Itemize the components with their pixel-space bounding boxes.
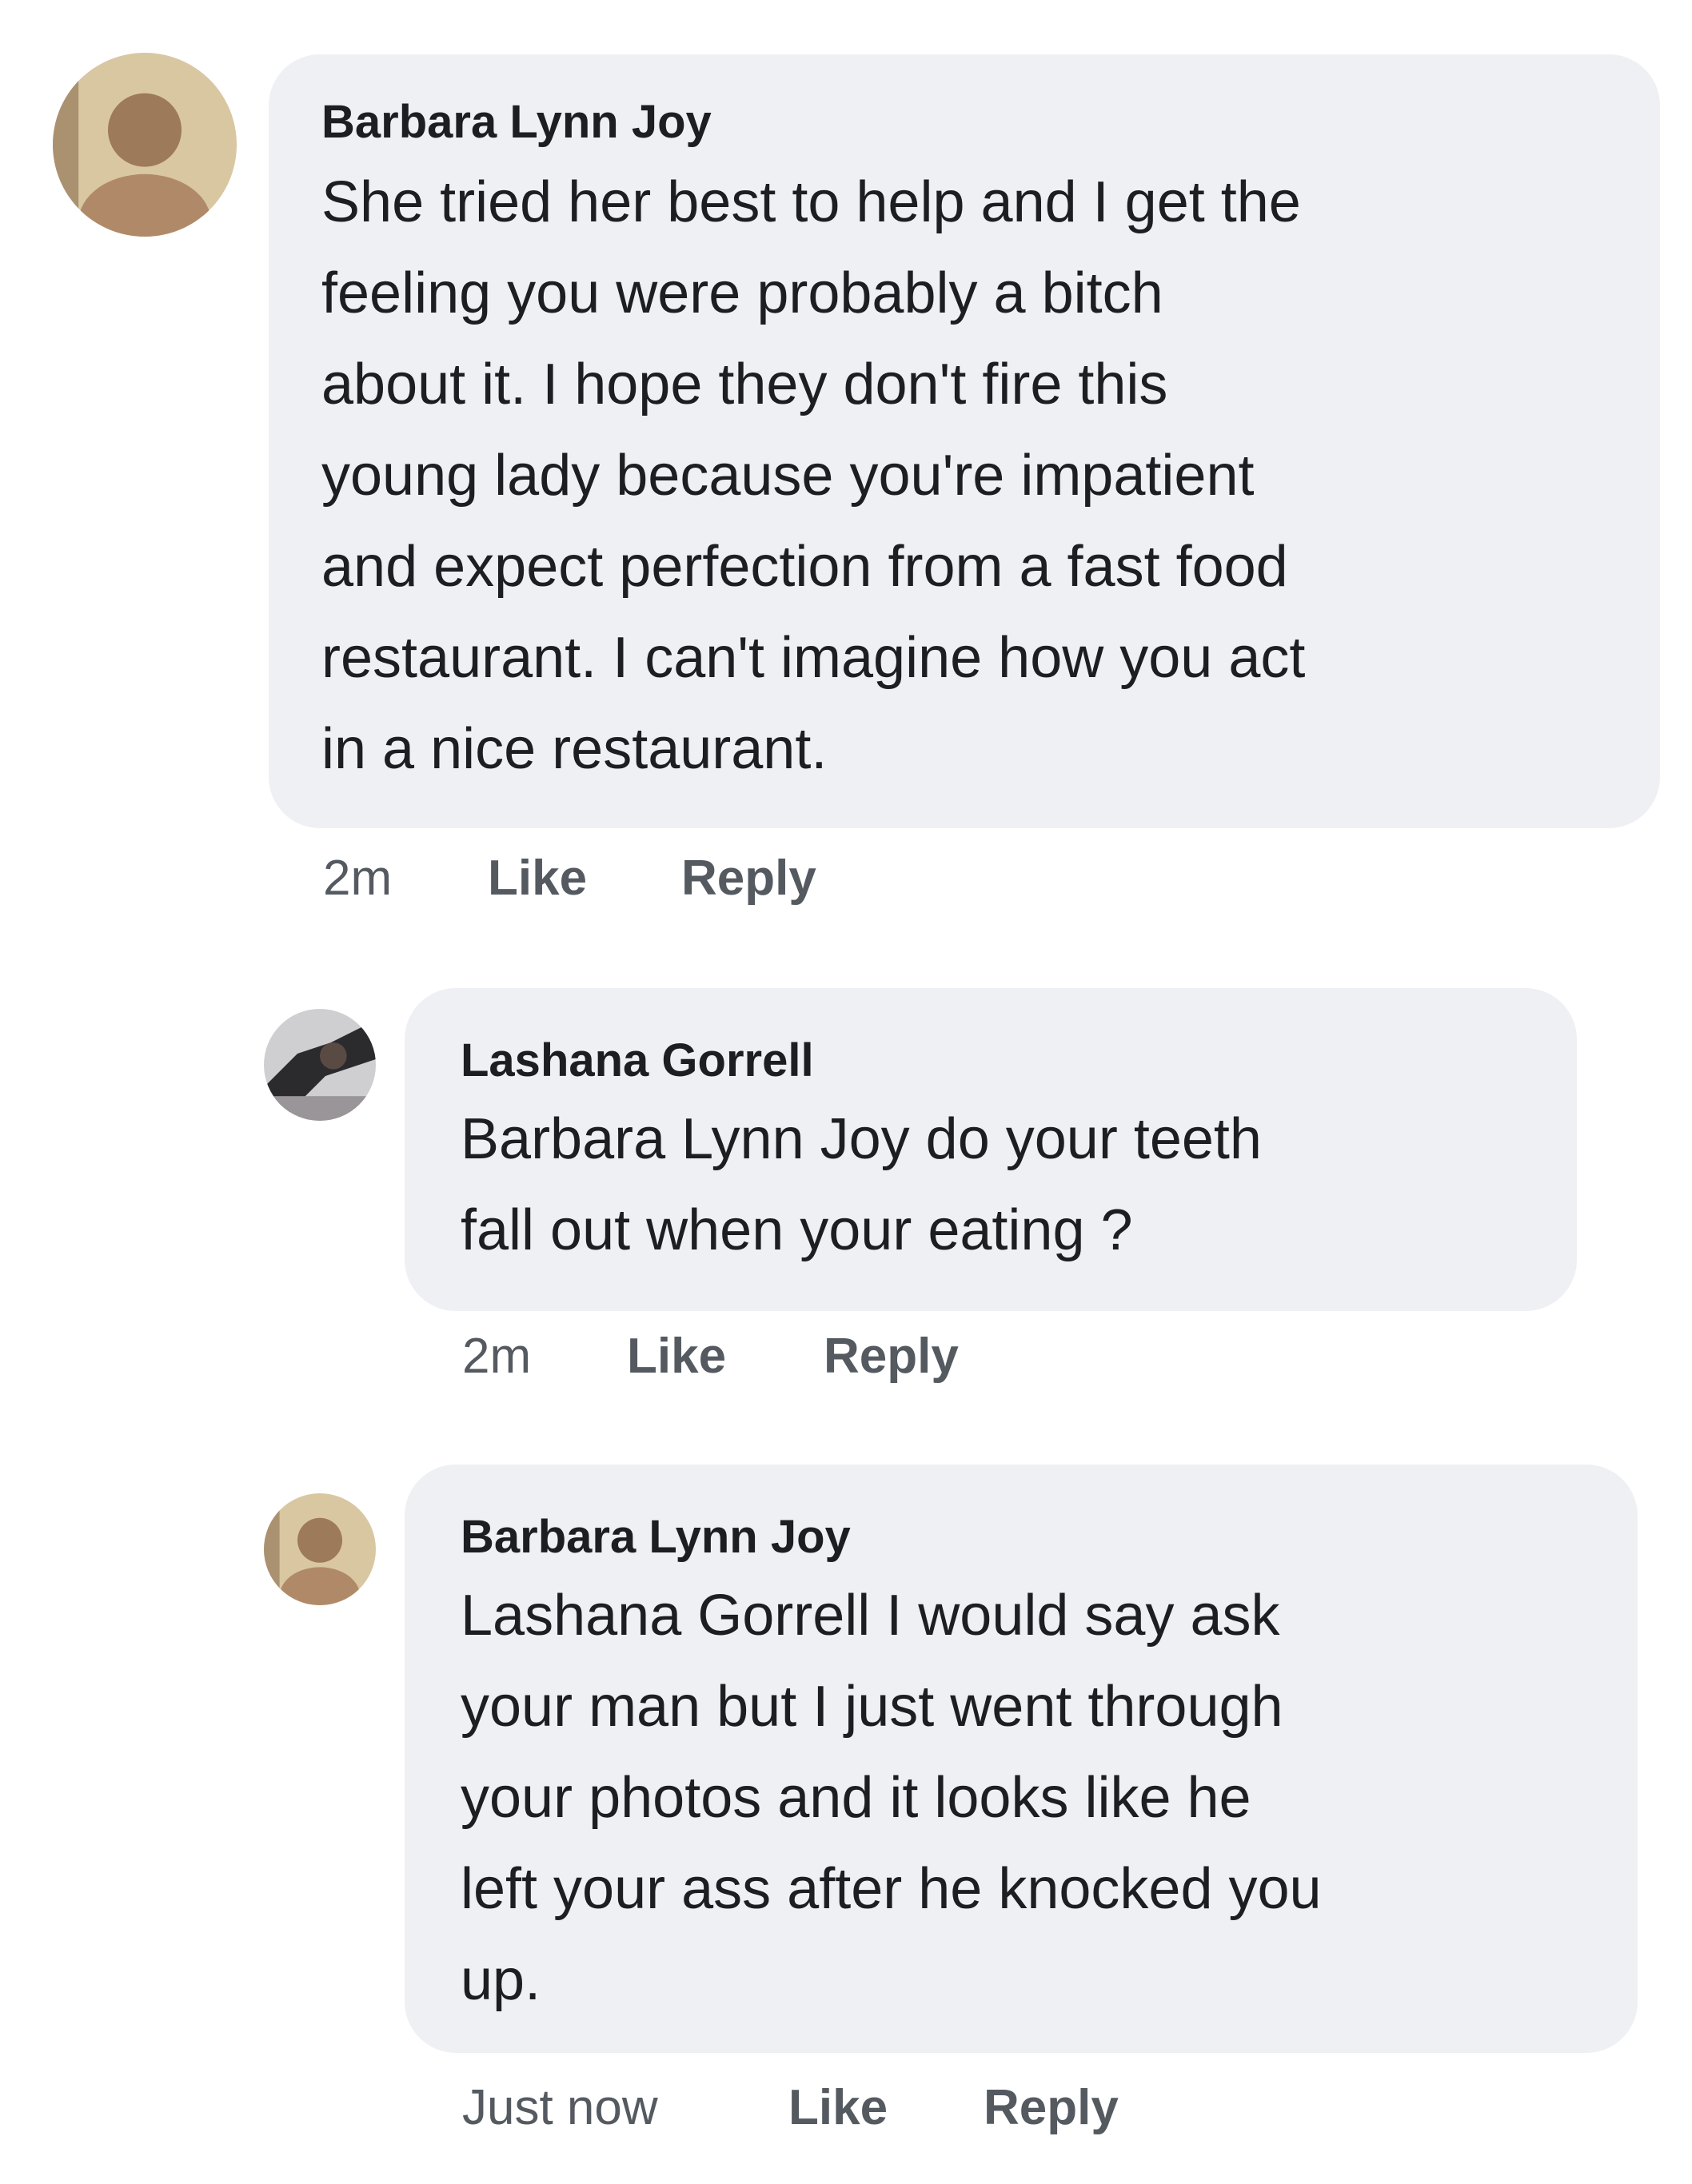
timestamp[interactable]: Just now xyxy=(462,2080,658,2136)
comment-text-line: your photos and it looks like he xyxy=(461,1766,1251,1830)
comment-author[interactable]: Barbara Lynn Joy xyxy=(321,94,1660,150)
comment-bubble: Barbara Lynn Joy Lashana Gorrell I would… xyxy=(405,1465,1638,2053)
comment-author[interactable]: Lashana Gorrell xyxy=(461,1033,1577,1089)
like-button[interactable]: Like xyxy=(488,851,587,907)
comment-text-line: restaurant. I can't imagine how you act xyxy=(321,626,1306,690)
comment-text-line: and expect perfection from a fast food xyxy=(321,535,1288,599)
comment-text-line: Lashana Gorrell I would say ask xyxy=(461,1584,1280,1648)
comment-text-line: left your ass after he knocked you xyxy=(461,1857,1322,1921)
comment-text-line: young lady because you're impatient xyxy=(321,444,1255,508)
timestamp[interactable]: 2m xyxy=(323,851,392,907)
comment-bubble: Barbara Lynn Joy She tried her best to h… xyxy=(269,54,1660,828)
comment-text-line: Barbara Lynn Joy do your teeth xyxy=(461,1107,1262,1171)
user-photo-icon xyxy=(264,1009,376,1121)
comment-text: Barbara Lynn Joy do your teeth fall out … xyxy=(461,1094,1577,1276)
comment-text-line: your man but I just went through xyxy=(461,1675,1283,1739)
user-photo-icon xyxy=(53,53,237,237)
user-photo-icon xyxy=(264,1493,376,1605)
comment-text-line: in a nice restaurant. xyxy=(321,717,828,781)
comment-author[interactable]: Barbara Lynn Joy xyxy=(461,1509,1638,1565)
like-button[interactable]: Like xyxy=(627,1329,726,1385)
avatar[interactable] xyxy=(264,1493,376,1605)
like-button[interactable]: Like xyxy=(788,2080,888,2136)
comment-bubble: Lashana Gorrell Barbara Lynn Joy do your… xyxy=(405,988,1577,1311)
comment-text-line: fall out when your eating ? xyxy=(461,1198,1133,1262)
comment-text-line: She tried her best to help and I get the xyxy=(321,170,1301,234)
avatar[interactable] xyxy=(264,1009,376,1121)
comment-text: Lashana Gorrell I would say ask your man… xyxy=(461,1570,1638,2026)
reply-button[interactable]: Reply xyxy=(681,851,816,907)
reply-button[interactable]: Reply xyxy=(824,1329,959,1385)
comment-text-line: about it. I hope they don't fire this xyxy=(321,353,1168,416)
comment-text: She tried her best to help and I get the… xyxy=(321,157,1660,795)
comment-text-line: feeling you were probably a bitch xyxy=(321,261,1163,325)
avatar[interactable] xyxy=(53,53,237,237)
comment-text-line: up. xyxy=(461,1948,541,2012)
timestamp[interactable]: 2m xyxy=(462,1329,531,1385)
reply-button[interactable]: Reply xyxy=(984,2080,1119,2136)
